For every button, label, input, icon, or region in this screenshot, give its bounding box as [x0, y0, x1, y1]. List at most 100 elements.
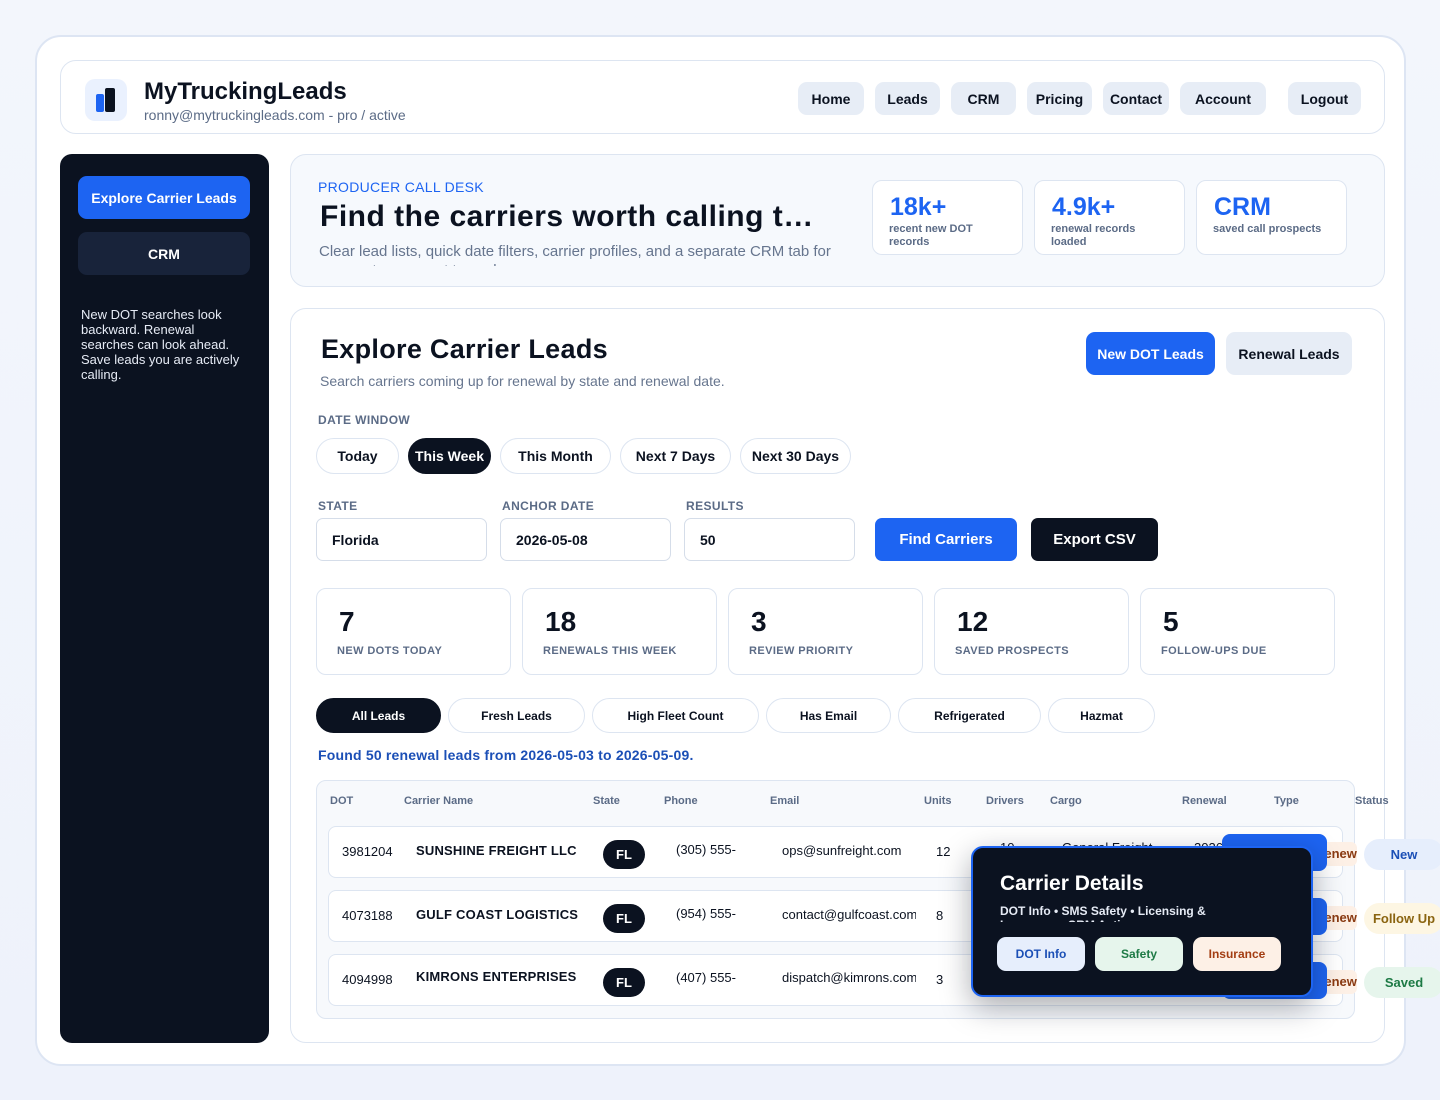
stat-renewal: 4.9k+ renewal records loaded: [1034, 180, 1185, 255]
filter-hazmat[interactable]: Hazmat: [1048, 698, 1155, 733]
metric-label: SAVED PROSPECTS: [955, 645, 1069, 657]
results-label: RESULTS: [686, 499, 744, 513]
chip-next-30-days[interactable]: Next 30 Days: [740, 438, 851, 474]
cell-dot: 3981204: [342, 844, 393, 859]
stat-value: CRM: [1214, 193, 1271, 221]
state-badge: FL: [603, 904, 645, 933]
metric-renewals: 18 RENEWALS THIS WEEK: [522, 588, 717, 675]
hero-kicker: PRODUCER CALL DESK: [318, 179, 484, 195]
state-badge: FL: [603, 968, 645, 997]
cell-carrier: SUNSHINE FREIGHT LLC: [416, 843, 577, 858]
brand-logo-icon: [85, 79, 127, 121]
hero-card: PRODUCER CALL DESK Find the carriers wor…: [290, 154, 1385, 287]
filter-all-leads[interactable]: All Leads: [316, 698, 441, 733]
stat-new-dot: 18k+ recent new DOT records: [872, 180, 1023, 255]
metric-label: FOLLOW-UPS DUE: [1161, 645, 1267, 657]
export-csv-button[interactable]: Export CSV: [1031, 518, 1158, 561]
filter-fresh-leads[interactable]: Fresh Leads: [448, 698, 585, 733]
col-type: Type: [1274, 795, 1299, 807]
cell-email: contact@gulfcoast.com: [782, 907, 916, 922]
col-email: Email: [770, 795, 800, 807]
chip-today[interactable]: Today: [316, 438, 399, 474]
metric-value: 12: [957, 606, 989, 637]
sidebar-note: New DOT searches look backward. Renewal …: [81, 307, 240, 382]
cell-dot: 4094998: [342, 972, 393, 987]
status-badge: Follow Up: [1364, 903, 1440, 934]
col-cargo: Cargo: [1050, 795, 1082, 807]
stat-label: recent new DOT records: [889, 223, 973, 248]
new-dot-leads-button[interactable]: New DOT Leads: [1086, 332, 1215, 375]
popup-insurance-button[interactable]: Insurance: [1193, 937, 1281, 971]
filter-has-email[interactable]: Has Email: [766, 698, 891, 733]
chip-this-month[interactable]: This Month: [500, 438, 611, 474]
carrier-details-popup: Carrier Details DOT Info • SMS Safety • …: [971, 846, 1313, 997]
anchor-date-label: ANCHOR DATE: [502, 499, 595, 513]
status-badge: Saved: [1364, 967, 1440, 998]
metric-value: 18: [545, 606, 577, 637]
account-info: ronny@mytruckingleads.com - pro / active: [144, 107, 406, 123]
col-units: Units: [924, 795, 952, 807]
filter-high-fleet[interactable]: High Fleet Count: [592, 698, 759, 733]
status-badge: New: [1364, 839, 1440, 870]
col-status: Status: [1355, 795, 1389, 807]
stat-value: 18k+: [890, 193, 947, 221]
renewal-leads-button[interactable]: Renewal Leads: [1226, 332, 1352, 375]
hero-title: Find the carriers worth calling today: [320, 200, 820, 233]
sidebar: Explore Carrier Leads CRM New DOT search…: [60, 154, 269, 1043]
nav-home[interactable]: Home: [798, 82, 864, 115]
metric-value: 3: [751, 606, 767, 637]
col-phone: Phone: [664, 795, 698, 807]
state-select[interactable]: Florida: [316, 518, 487, 561]
popup-title: Carrier Details: [1000, 872, 1144, 895]
nav-leads[interactable]: Leads: [875, 82, 940, 115]
metric-value: 7: [339, 606, 355, 637]
results-input[interactable]: 50: [684, 518, 855, 561]
nav-account[interactable]: Account: [1180, 82, 1266, 115]
sidebar-item-crm[interactable]: CRM: [78, 232, 250, 275]
panel-subtitle: Search carriers coming up for renewal by…: [320, 373, 725, 389]
metric-label: REVIEW PRIORITY: [749, 645, 854, 657]
anchor-date-input[interactable]: 2026-05-08: [500, 518, 671, 561]
cell-carrier: GULF COAST LOGISTICS: [416, 907, 579, 922]
cell-email: ops@sunfreight.com: [782, 843, 902, 858]
popup-dot-info-button[interactable]: DOT Info: [997, 937, 1085, 971]
filter-refrigerated[interactable]: Refrigerated: [898, 698, 1041, 733]
cell-carrier: KIMRONS ENTERPRISES LLC: [416, 969, 577, 984]
stat-label: renewal records loaded: [1051, 223, 1136, 248]
cell-units: 12: [936, 844, 951, 859]
popup-safety-button[interactable]: Safety: [1095, 937, 1183, 971]
cell-phone: (954) 555-0142: [676, 906, 736, 921]
stat-label: saved call prospects: [1213, 223, 1322, 235]
cell-units: 8: [936, 908, 944, 923]
col-renewal: Renewal: [1182, 795, 1227, 807]
metric-saved: 12 SAVED PROSPECTS: [934, 588, 1129, 675]
sidebar-item-explore[interactable]: Explore Carrier Leads: [78, 176, 250, 219]
nav-crm[interactable]: CRM: [951, 82, 1016, 115]
nav-contact[interactable]: Contact: [1103, 82, 1169, 115]
cell-email: dispatch@kimrons.com: [782, 970, 916, 985]
col-dot: DOT: [330, 795, 354, 807]
stat-crm: CRM saved call prospects: [1196, 180, 1347, 255]
brand-title: MyTruckingLeads: [144, 78, 347, 105]
nav-pricing[interactable]: Pricing: [1027, 82, 1092, 115]
date-window-label: DATE WINDOW: [318, 413, 411, 427]
top-nav: Home Leads CRM Pricing Contact Account L…: [787, 82, 1361, 115]
chip-next-7-days[interactable]: Next 7 Days: [620, 438, 731, 474]
state-badge: FL: [603, 840, 645, 869]
cell-units: 3: [936, 972, 944, 987]
chip-this-week[interactable]: This Week: [408, 438, 491, 474]
state-label: STATE: [318, 499, 358, 513]
top-header: MyTruckingLeads ronny@mytruckingleads.co…: [60, 60, 1385, 134]
panel-title: Explore Carrier Leads: [321, 334, 608, 364]
find-carriers-button[interactable]: Find Carriers: [875, 518, 1017, 561]
cell-phone: (407) 555-0191: [676, 970, 736, 985]
metric-label: NEW DOTS TODAY: [337, 645, 443, 657]
col-carrier: Carrier Name: [404, 795, 474, 807]
col-state: State: [593, 795, 620, 807]
stat-value: 4.9k+: [1052, 193, 1116, 221]
nav-logout[interactable]: Logout: [1288, 82, 1361, 115]
metric-value: 5: [1163, 606, 1179, 637]
cell-dot: 4073188: [342, 908, 393, 923]
hero-description: Clear lead lists, quick date filters, ca…: [319, 243, 831, 266]
metric-label: RENEWALS THIS WEEK: [543, 645, 677, 657]
